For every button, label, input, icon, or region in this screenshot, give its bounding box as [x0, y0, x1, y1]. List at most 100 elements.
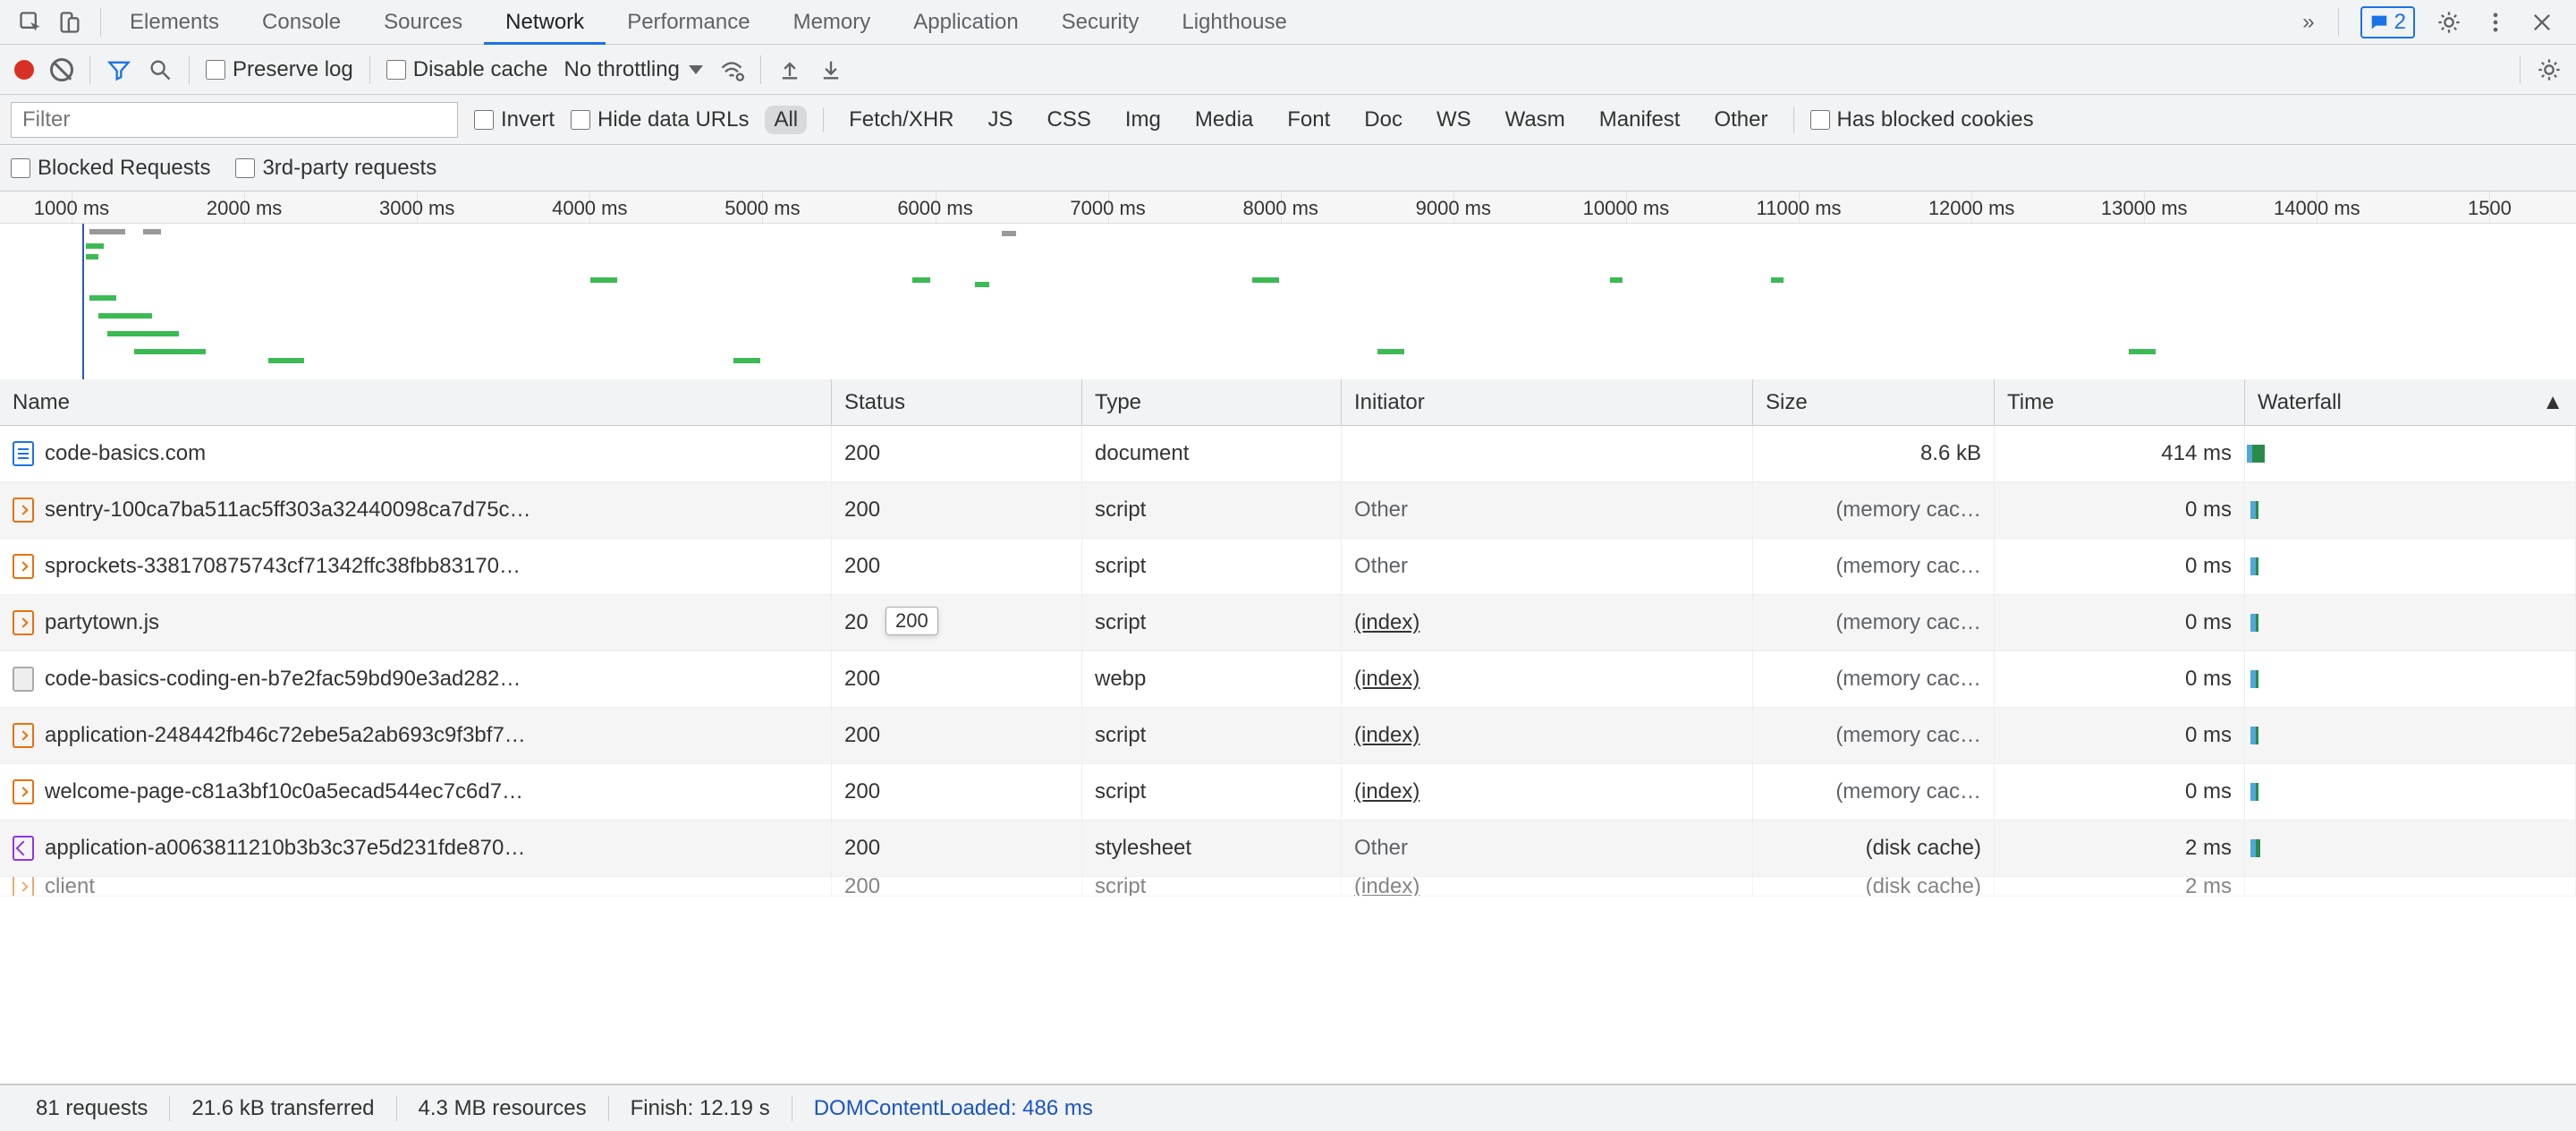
inspect-element-icon[interactable] [18, 10, 43, 35]
network-toolbar: Preserve log Disable cache No throttling [0, 45, 2576, 95]
script-file-icon [13, 610, 34, 635]
blocked-requests-checkbox[interactable]: Blocked Requests [11, 156, 210, 181]
tab-sources[interactable]: Sources [362, 0, 484, 44]
table-row[interactable]: application-248442fb46c72ebe5a2ab693c9f3… [0, 708, 2576, 764]
cell-waterfall [2245, 539, 2576, 594]
cell-type: script [1082, 595, 1342, 651]
timeline-tick: 13000 ms [2101, 197, 2188, 220]
type-chip-js[interactable]: JS [979, 106, 1022, 134]
col-time[interactable]: Time [1995, 379, 2245, 425]
type-chip-doc[interactable]: Doc [1355, 106, 1411, 134]
close-icon[interactable] [2529, 10, 2555, 35]
hide-data-urls-checkbox[interactable]: Hide data URLs [571, 107, 749, 132]
status-transferred: 21.6 kB transferred [170, 1096, 396, 1121]
tab-console[interactable]: Console [241, 0, 362, 44]
filter-icon[interactable] [106, 57, 131, 82]
type-chip-media[interactable]: Media [1186, 106, 1262, 134]
divider [760, 55, 761, 84]
table-row[interactable]: application-a0063811210b3b3c37e5d231fde8… [0, 821, 2576, 877]
cell-type: script [1082, 482, 1342, 538]
tab-security[interactable]: Security [1040, 0, 1161, 44]
disable-cache-checkbox[interactable]: Disable cache [386, 57, 548, 82]
table-row[interactable]: sentry-100ca7ba511ac5ff303a32440098ca7d7… [0, 482, 2576, 539]
timeline-overview[interactable]: 1000 ms2000 ms3000 ms4000 ms5000 ms6000 … [0, 191, 2576, 379]
cell-waterfall [2245, 595, 2576, 651]
type-chip-manifest[interactable]: Manifest [1590, 106, 1690, 134]
tab-performance[interactable]: Performance [606, 0, 771, 44]
timeline-tick: 3000 ms [379, 197, 454, 220]
cell-time: 0 ms [1995, 651, 2245, 707]
col-type[interactable]: Type [1082, 379, 1342, 425]
type-chip-all[interactable]: All [765, 106, 807, 134]
issues-count: 2 [2394, 10, 2406, 35]
col-name[interactable]: Name [0, 379, 832, 425]
search-icon[interactable] [148, 57, 173, 82]
timeline-tick: 4000 ms [552, 197, 627, 220]
cell-time: 0 ms [1995, 482, 2245, 538]
invert-checkbox[interactable]: Invert [474, 107, 555, 132]
tab-network[interactable]: Network [484, 0, 606, 44]
cell-size: (memory cac… [1753, 539, 1995, 594]
timeline-tick: 14000 ms [2274, 197, 2360, 220]
type-chip-css[interactable]: CSS [1038, 106, 1100, 134]
css-file-icon [13, 836, 34, 861]
cell-initiator: Other [1342, 821, 1753, 876]
col-waterfall[interactable]: Waterfall ▲ [2245, 379, 2576, 425]
download-har-icon[interactable] [818, 57, 843, 82]
type-chip-fetchxhr[interactable]: Fetch/XHR [840, 106, 962, 134]
table-row[interactable]: client200script(index)(disk cache)2 ms [0, 877, 2576, 897]
cell-status: 200 [832, 764, 1082, 820]
cell-name: welcome-page-c81a3bf10c0a5ecad544ec7c6d7… [0, 764, 832, 820]
record-button[interactable] [14, 60, 34, 80]
network-conditions-icon[interactable] [719, 57, 744, 82]
has-blocked-cookies-checkbox[interactable]: Has blocked cookies [1810, 107, 2034, 132]
table-row[interactable]: code-basics-coding-en-b7e2fac59bd90e3ad2… [0, 651, 2576, 708]
clear-button[interactable] [50, 58, 73, 81]
col-initiator[interactable]: Initiator [1342, 379, 1753, 425]
table-row[interactable]: partytown.js20script(index)(memory cac…0… [0, 595, 2576, 651]
type-chip-wasm[interactable]: Wasm [1496, 106, 1574, 134]
settings-gear-icon[interactable] [2537, 57, 2562, 82]
tab-elements[interactable]: Elements [108, 0, 241, 44]
cell-initiator: (index) [1342, 764, 1753, 820]
cell-type: script [1082, 764, 1342, 820]
cell-size: 8.6 kB [1753, 426, 1995, 481]
timeline-cursor [82, 224, 84, 379]
tab-application[interactable]: Application [892, 0, 1039, 44]
cell-waterfall [2245, 708, 2576, 763]
type-chip-img[interactable]: Img [1116, 106, 1170, 134]
cell-name: sprockets-338170875743cf71342ffc38fbb831… [0, 539, 832, 594]
cell-size: (memory cac… [1753, 651, 1995, 707]
cell-initiator: Other [1342, 539, 1753, 594]
status-tooltip: 200 [886, 607, 938, 635]
issues-badge[interactable]: 2 [2360, 6, 2415, 38]
type-chip-other[interactable]: Other [1705, 106, 1776, 134]
cell-name: application-248442fb46c72ebe5a2ab693c9f3… [0, 708, 832, 763]
type-chip-ws[interactable]: WS [1428, 106, 1480, 134]
doc-file-icon [13, 441, 34, 466]
tab-lighthouse[interactable]: Lighthouse [1160, 0, 1308, 44]
filter-input[interactable] [11, 102, 458, 138]
divider [89, 55, 90, 84]
third-party-checkbox[interactable]: 3rd-party requests [235, 156, 436, 181]
divider [100, 8, 101, 37]
cell-name: application-a0063811210b3b3c37e5d231fde8… [0, 821, 832, 876]
table-row[interactable]: sprockets-338170875743cf71342ffc38fbb831… [0, 539, 2576, 595]
more-tabs-icon[interactable]: » [2286, 10, 2330, 35]
kebab-menu-icon[interactable] [2483, 10, 2508, 35]
panel-tabs: ElementsConsoleSourcesNetworkPerformance… [108, 0, 2286, 44]
type-chip-font[interactable]: Font [1278, 106, 1339, 134]
col-status[interactable]: Status [832, 379, 1082, 425]
throttling-select[interactable]: No throttling [564, 57, 702, 82]
tab-memory[interactable]: Memory [772, 0, 893, 44]
col-size[interactable]: Size [1753, 379, 1995, 425]
upload-har-icon[interactable] [777, 57, 802, 82]
script-file-icon [13, 497, 34, 523]
devtools-tab-bar: ElementsConsoleSourcesNetworkPerformance… [0, 0, 2576, 45]
table-row[interactable]: code-basics.com200document8.6 kB414 ms [0, 426, 2576, 482]
preserve-log-checkbox[interactable]: Preserve log [206, 57, 353, 82]
device-toggle-icon[interactable] [57, 10, 82, 35]
cell-size: (memory cac… [1753, 595, 1995, 651]
table-row[interactable]: welcome-page-c81a3bf10c0a5ecad544ec7c6d7… [0, 764, 2576, 821]
gear-icon[interactable] [2436, 10, 2462, 35]
